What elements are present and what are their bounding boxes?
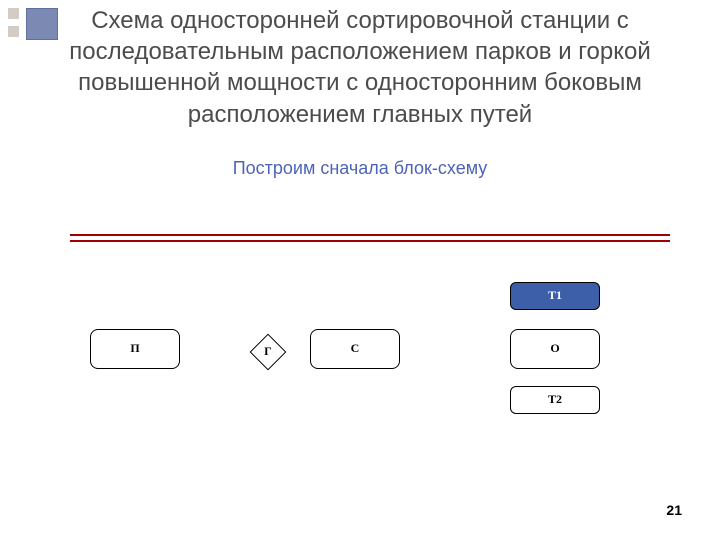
block-g: Г	[250, 334, 286, 370]
double-line	[70, 234, 670, 242]
block-o: О	[510, 329, 600, 369]
slide: Схема односторонней сортировочной станци…	[0, 0, 720, 540]
block-t1: Т1	[510, 282, 600, 310]
block-c: С	[310, 329, 400, 369]
block-row: П Г С Т1 О Т2	[30, 314, 690, 434]
line-top	[70, 234, 670, 236]
slide-subtitle: Построим сначала блок-схему	[30, 158, 690, 179]
block-g-label: Г	[264, 344, 272, 359]
page-number: 21	[666, 502, 682, 518]
block-diagram: П Г С Т1 О Т2	[30, 234, 690, 484]
line-bottom	[70, 240, 670, 242]
block-t2: Т2	[510, 386, 600, 414]
block-p: П	[90, 329, 180, 369]
slide-title: Схема односторонней сортировочной станци…	[30, 5, 690, 130]
